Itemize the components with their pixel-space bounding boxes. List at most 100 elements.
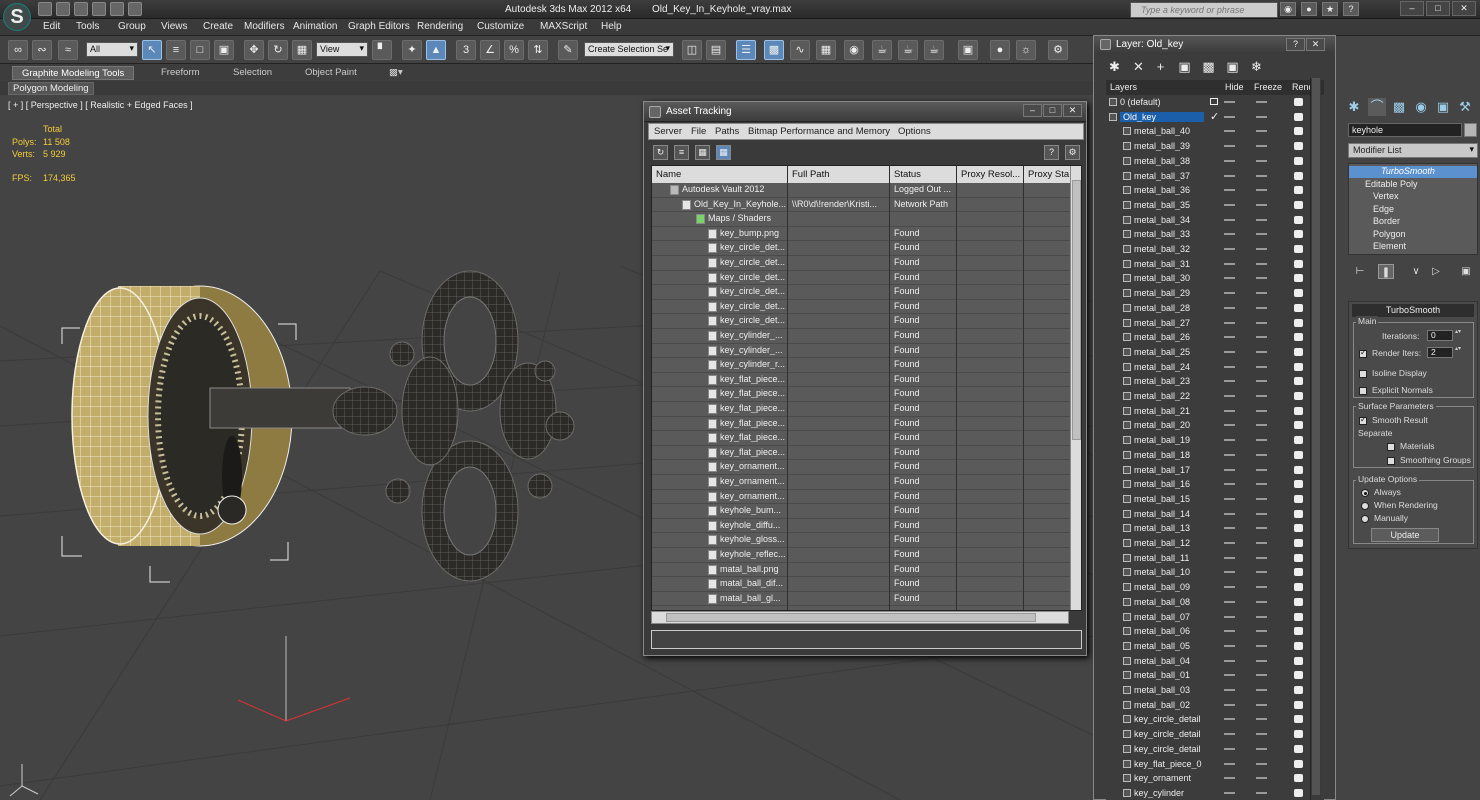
freeze-toggle[interactable] [1256,703,1267,706]
layer-object-row[interactable]: metal_ball_18 [1106,448,1324,463]
materials-checkbox[interactable] [1387,443,1395,451]
pivot-center-icon[interactable]: ▘ [372,40,392,60]
render-teapot-icon[interactable] [1294,494,1303,503]
layer-object-row[interactable]: metal_ball_37 [1106,169,1324,184]
always-radio[interactable] [1361,489,1369,497]
col-freeze[interactable]: Freeze [1254,82,1282,92]
vray-options-icon[interactable]: ⚙ [1048,40,1068,60]
bind-spacewarp-icon[interactable]: ≈ [58,40,78,60]
render-teapot-icon[interactable] [1294,274,1303,283]
create-layer-icon[interactable]: ✱ [1106,59,1123,75]
hide-toggle[interactable] [1224,189,1235,192]
hide-toggle[interactable] [1224,277,1235,280]
highlight-layer-icon[interactable]: ▩ [1200,59,1217,75]
hide-toggle[interactable] [1224,791,1235,794]
hide-toggle[interactable] [1224,101,1235,103]
hide-toggle[interactable] [1224,248,1235,250]
hide-toggle[interactable] [1224,218,1235,221]
freeze-toggle[interactable] [1256,674,1267,677]
layer-object-row[interactable]: metal_ball_11 [1106,551,1324,566]
freeze-toggle[interactable] [1256,336,1267,339]
layer-object-row[interactable]: metal_ball_29 [1106,286,1324,301]
undo-icon[interactable] [92,2,106,16]
hide-toggle[interactable] [1224,233,1235,236]
freeze-toggle[interactable] [1256,718,1267,721]
asset-row[interactable]: key_circle_det... Found [652,285,1070,300]
spinner-snap-icon[interactable]: ⇅ [528,40,548,60]
layer-object-row[interactable]: metal_ball_03 [1106,683,1324,698]
modify-tab-icon[interactable]: ⌒ [1368,98,1386,116]
hide-toggle[interactable] [1224,571,1235,574]
reference-coordinate-dropdown[interactable]: View [316,42,368,57]
angle-snap-icon[interactable]: ∠ [480,40,500,60]
menu-maxscript[interactable]: MAXScript [540,21,587,32]
menu-rendering[interactable]: Rendering [417,21,463,32]
freeze-toggle[interactable] [1256,306,1267,309]
modifier-stack-item[interactable]: TurboSmooth [1349,166,1477,179]
render-teapot-icon[interactable] [1294,553,1303,562]
align-icon[interactable]: ▤ [706,40,726,60]
hide-toggle[interactable] [1224,380,1235,383]
layer-object-row[interactable]: metal_ball_40 [1106,124,1324,139]
render-teapot-icon[interactable] [1294,641,1303,650]
hide-toggle[interactable] [1224,659,1235,662]
layer-current-box-icon[interactable] [1210,98,1218,105]
layer-object-row[interactable]: key_circle_detail [1106,727,1324,742]
render-teapot-icon[interactable] [1294,259,1303,268]
update-button[interactable]: Update [1371,528,1439,542]
layer-object-row[interactable]: metal_ball_19 [1106,433,1324,448]
snaps-toggle-icon[interactable]: 3 [456,40,476,60]
menu-graph-editors[interactable]: Graph Editors [348,21,410,32]
motion-tab-icon[interactable]: ◉ [1412,98,1430,116]
redo-icon[interactable] [110,2,124,16]
smoothing-groups-checkbox[interactable] [1387,457,1395,465]
hide-toggle[interactable] [1224,145,1235,148]
render-teapot-icon[interactable] [1294,627,1303,636]
render-teapot-icon[interactable] [1294,524,1303,533]
render-teapot-icon[interactable] [1294,509,1303,518]
app-logo-button[interactable]: S [3,3,31,31]
layer-object-row[interactable]: metal_ball_01 [1106,668,1324,683]
freeze-toggle[interactable] [1256,586,1267,589]
asset-row[interactable]: key_cylinder_r... Found [652,358,1070,373]
subscription-icon[interactable]: ● [1301,2,1317,16]
hide-toggle[interactable] [1224,689,1235,691]
hide-toggle[interactable] [1224,542,1235,544]
close-icon[interactable]: ✕ [1063,104,1082,117]
keyboard-shortcut-toggle-icon[interactable]: ▲ [426,40,446,60]
selection-filter-dropdown[interactable]: All [86,42,138,57]
hide-toggle[interactable] [1224,615,1235,618]
freeze-toggle[interactable] [1256,321,1267,324]
select-move-icon[interactable]: ✥ [244,40,264,60]
close-icon[interactable]: ✕ [1306,38,1325,51]
freeze-toggle[interactable] [1256,483,1267,486]
render-teapot-icon[interactable] [1294,406,1303,415]
freeze-toggle[interactable] [1256,292,1267,295]
freeze-toggle[interactable] [1256,762,1267,765]
layer-object-row[interactable]: metal_ball_22 [1106,389,1324,404]
render-teapot-icon[interactable] [1294,142,1303,151]
col-proxy-status[interactable]: Proxy Sta [1028,169,1070,180]
make-unique-icon[interactable]: ∨ [1408,264,1424,279]
render-teapot-icon[interactable] [1294,230,1303,239]
render-teapot-icon[interactable] [1294,98,1303,106]
save-file-icon[interactable] [74,2,88,16]
layer-object-row[interactable]: metal_ball_27 [1106,316,1324,331]
create-tab-icon[interactable]: ✱ [1345,98,1363,116]
layer-object-row[interactable]: key_ornament [1106,771,1324,786]
tab-selection[interactable]: Selection [224,66,281,80]
layer-object-row[interactable]: metal_ball_26 [1106,330,1324,345]
render-teapot-icon[interactable] [1294,347,1303,356]
render-teapot-icon[interactable] [1294,421,1303,430]
render-teapot-icon[interactable] [1294,127,1303,136]
asset-row[interactable]: key_ornament... Found [652,460,1070,475]
layer-object-row[interactable]: metal_ball_07 [1106,610,1324,625]
hide-toggle[interactable] [1224,409,1235,412]
pin-stack-icon[interactable]: ⊢ [1352,264,1368,279]
explicit-normals-checkbox[interactable] [1359,387,1367,395]
freeze-toggle[interactable] [1256,453,1267,456]
render-teapot-icon[interactable] [1294,171,1303,180]
layer-object-row[interactable]: metal_ball_30 [1106,271,1324,286]
col-hide[interactable]: Hide [1225,82,1244,92]
when-rendering-radio[interactable] [1361,502,1369,510]
